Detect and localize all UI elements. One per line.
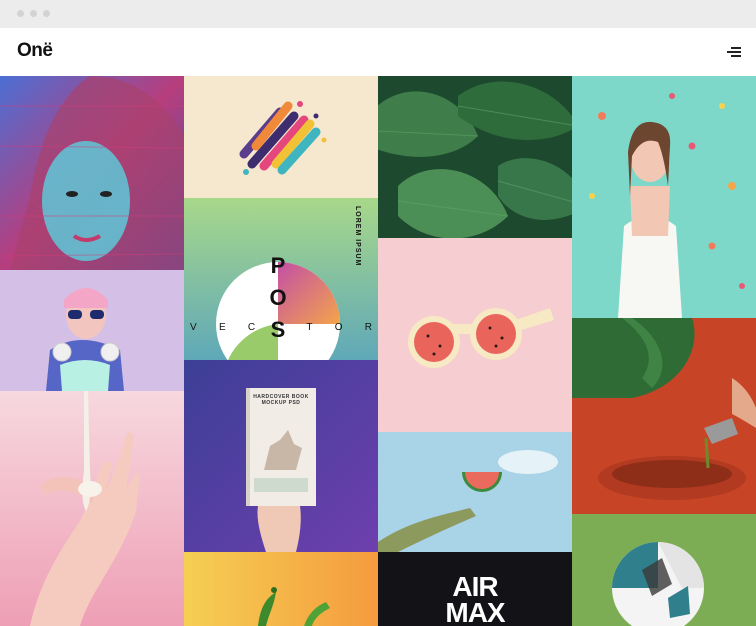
portfolio-tile-tropical-leaves[interactable] (378, 76, 572, 238)
portfolio-tile-pastel-portrait[interactable] (0, 270, 184, 391)
window-maximize-icon[interactable] (43, 10, 50, 17)
portfolio-tile-hardcover-book-mockup[interactable]: HARDCOVER BOOK MOCKUP PSD (184, 360, 378, 552)
menu-line (727, 51, 741, 53)
menu-line (731, 55, 741, 57)
portfolio-tile-air-max[interactable]: AIR MAX (378, 552, 572, 626)
menu-line (731, 47, 741, 49)
poster-letter: R (364, 322, 372, 333)
poster-letter: O (269, 285, 287, 310)
poster-vertical-text: LOREM IPSUM (354, 206, 361, 267)
site-logo[interactable]: Onë (17, 40, 53, 62)
portfolio-tile-watermelon-sky[interactable] (378, 432, 572, 552)
portfolio-tile-confetti-portrait[interactable] (572, 76, 756, 318)
hamburger-menu-icon[interactable] (720, 42, 744, 62)
portfolio-tile-confetti-3d-art[interactable] (184, 76, 378, 198)
portfolio-tile-portrait-glitch[interactable] (0, 76, 184, 270)
portfolio-tile-poster-vector[interactable]: LOREM IPSUM P O S V E C S T O R (184, 198, 378, 360)
poster-letter: C (247, 322, 256, 333)
poster-letter: E (218, 322, 226, 333)
poster-horizontal-letters: V E C S T O R (190, 322, 372, 333)
poster-letter: O (334, 322, 343, 333)
portfolio-tile-3d-helmet[interactable] (572, 514, 756, 626)
browser-chrome (0, 0, 756, 28)
book-cover-text: HARDCOVER BOOK MOCKUP PSD (253, 394, 309, 406)
window-minimize-icon[interactable] (30, 10, 37, 17)
air-max-text: AIR MAX (378, 573, 572, 626)
poster-letter: P (270, 253, 286, 278)
poster-letter: T (306, 322, 313, 333)
portfolio-tile-cocktail-pour[interactable] (572, 318, 756, 514)
window-close-icon[interactable] (17, 10, 24, 17)
portfolio-tile-chili-peppers[interactable] (184, 552, 378, 626)
portfolio-tile-hand-paint[interactable] (0, 391, 184, 626)
poster-letter: V (190, 322, 197, 333)
air-max-line: MAX (445, 597, 505, 626)
portfolio-tile-watermelon-glasses[interactable] (378, 238, 572, 432)
site-header: Onë (0, 28, 756, 76)
